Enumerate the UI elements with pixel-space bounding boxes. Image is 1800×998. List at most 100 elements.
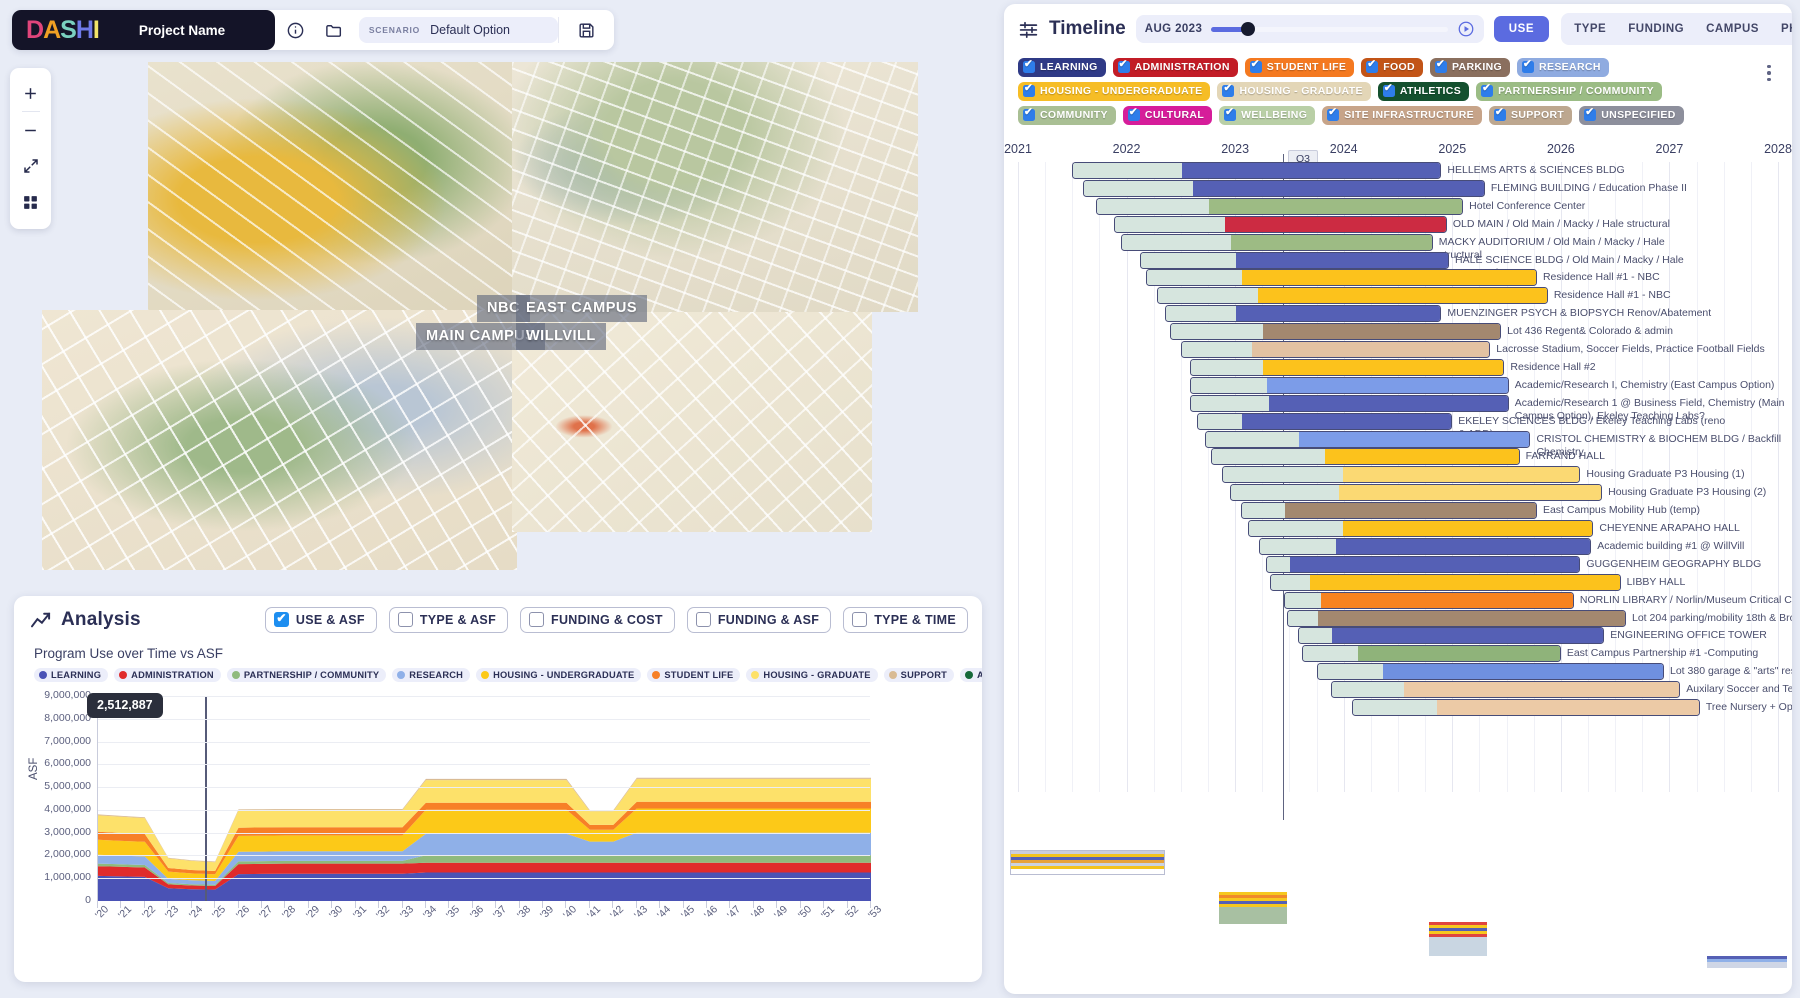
chip-checkbox[interactable] <box>1522 58 1535 73</box>
filter-chip-wellbeing[interactable]: WELLBEING <box>1219 106 1316 125</box>
filter-chip-housing-undergraduate[interactable]: HOUSING - UNDERGRADUATE <box>1018 82 1211 101</box>
timeline-mode-funding[interactable]: FUNDING <box>1618 16 1694 42</box>
timeline-mode-phase[interactable]: PHASE <box>1771 16 1792 42</box>
gantt-bar[interactable] <box>1180 341 1491 358</box>
chip-checkbox[interactable] <box>1382 82 1395 97</box>
map-tile-east-campus[interactable] <box>512 62 918 312</box>
grid-icon[interactable] <box>10 184 51 220</box>
chip-checkbox[interactable] <box>1127 106 1140 121</box>
campus-map[interactable]: NBC EAST CAMPUS MAIN CAMPUS WILLVILL <box>0 0 1002 600</box>
gantt-bar[interactable] <box>1083 179 1485 197</box>
gantt-bar[interactable] <box>1113 215 1447 233</box>
gantt-bar[interactable] <box>1189 376 1509 394</box>
timeline-mode-type[interactable]: TYPE <box>1564 16 1616 42</box>
legend-item[interactable]: HOUSING - UNDERGRADUATE <box>476 668 642 682</box>
chip-checkbox[interactable] <box>1481 82 1494 97</box>
chip-checkbox[interactable] <box>1493 106 1506 121</box>
gantt-bar[interactable] <box>1265 555 1581 573</box>
minimap-thumbnail-1[interactable] <box>1010 850 1165 875</box>
filter-chip-housing-graduate[interactable]: HOUSING - GRADUATE <box>1217 82 1371 101</box>
timeline-slider-thumb[interactable] <box>1241 22 1256 36</box>
gantt-bar[interactable] <box>1259 537 1592 555</box>
expand-icon[interactable] <box>10 148 51 184</box>
filter-chip-partnership-community[interactable]: PARTNERSHIP / COMMUNITY <box>1476 82 1662 101</box>
filter-chip-administration[interactable]: ADMINISTRATION <box>1112 58 1238 77</box>
chip-checkbox[interactable] <box>1327 106 1340 121</box>
timeline-slider-track[interactable] <box>1211 22 1448 36</box>
gantt-bar[interactable] <box>1189 358 1505 376</box>
chip-checkbox[interactable] <box>1584 106 1597 121</box>
legend-item[interactable]: RESEARCH <box>392 668 471 682</box>
gantt-bar[interactable] <box>1240 502 1537 520</box>
minimap-thumbnail-2[interactable] <box>1219 892 1287 924</box>
gantt-bar[interactable] <box>1189 394 1509 412</box>
chip-checkbox[interactable] <box>1023 82 1035 97</box>
gantt-bar[interactable] <box>1302 645 1561 663</box>
analysis-toggle-use-asf[interactable]: USE & ASF <box>264 607 377 633</box>
analysis-toggle-funding-asf[interactable]: FUNDING & ASF <box>686 607 832 633</box>
filter-chip-parking[interactable]: PARKING <box>1429 58 1511 77</box>
chip-checkbox[interactable] <box>1117 58 1130 73</box>
legend-item[interactable]: HOUSING - GRADUATE <box>746 668 878 682</box>
more-options-icon[interactable] <box>1760 58 1778 88</box>
checkbox[interactable] <box>852 612 868 627</box>
filter-chip-cultural[interactable]: CULTURAL <box>1122 106 1213 125</box>
filter-chip-support[interactable]: SUPPORT <box>1488 106 1573 125</box>
filter-chip-unspecified[interactable]: UNSPECIFIED <box>1579 106 1684 125</box>
gantt-bar[interactable] <box>1287 609 1626 627</box>
chip-checkbox[interactable] <box>1222 82 1235 97</box>
chart-cursor-line[interactable] <box>205 696 207 901</box>
gantt-bar[interactable] <box>1146 269 1537 287</box>
chip-checkbox[interactable] <box>1366 58 1379 73</box>
gantt-bar[interactable] <box>1197 412 1453 430</box>
analysis-toggle-type-asf[interactable]: TYPE & ASF <box>388 607 509 633</box>
filter-chip-athletics[interactable]: ATHLETICS <box>1377 82 1470 101</box>
checkbox[interactable] <box>695 612 711 627</box>
checkbox[interactable] <box>273 611 289 627</box>
filter-chip-food[interactable]: FOOD <box>1361 58 1423 77</box>
gantt-bar[interactable] <box>1204 430 1531 448</box>
chart-body[interactable]: ASF 0 1,000,000 2,000,000 3,000,000 4,000,00… <box>14 688 982 956</box>
checkbox[interactable] <box>397 612 413 627</box>
gantt-bar[interactable] <box>1316 663 1664 681</box>
chip-checkbox[interactable] <box>1023 106 1035 121</box>
legend-item[interactable]: LEARNING <box>34 668 109 682</box>
analysis-toggle-type-time[interactable]: TYPE & TIME <box>843 607 968 633</box>
gantt-bar[interactable] <box>1164 305 1442 323</box>
gantt-bar[interactable] <box>1139 251 1450 269</box>
filter-chip-site-infrastructure[interactable]: SITE INFRASTRUCTURE <box>1322 106 1482 125</box>
gantt-bar[interactable] <box>1229 484 1603 502</box>
gantt-bar[interactable] <box>1121 233 1433 251</box>
gantt-bar[interactable] <box>1269 573 1621 591</box>
legend-item[interactable]: PARTNERSHIP / COMMUNITY <box>226 668 387 682</box>
gantt-bar[interactable] <box>1248 520 1594 537</box>
map-tile-nbc[interactable] <box>148 62 514 312</box>
chip-checkbox[interactable] <box>1249 58 1262 73</box>
gantt-bar[interactable] <box>1096 197 1464 215</box>
chip-checkbox[interactable] <box>1224 106 1237 121</box>
gantt-bar[interactable] <box>1072 162 1442 179</box>
timeline-slider-group[interactable]: AUG 2023 <box>1135 15 1484 43</box>
gantt-bar[interactable] <box>1211 448 1520 466</box>
gantt-chart[interactable]: 2021 2022 2023 2024 2025 2026 2027 2028 Q3 HELL… <box>1004 136 1792 896</box>
gantt-bar[interactable] <box>1352 699 1700 716</box>
chart-plot-area[interactable] <box>97 696 871 901</box>
legend-item[interactable]: SUPPORT <box>883 668 955 682</box>
gantt-bar[interactable] <box>1170 323 1502 341</box>
legend-item[interactable]: STUDENT LIFE <box>647 668 741 682</box>
minimap-thumbnail-3[interactable] <box>1429 922 1487 956</box>
zoom-out-icon[interactable] <box>10 112 51 148</box>
chip-checkbox[interactable] <box>1023 58 1035 73</box>
filter-chip-community[interactable]: COMMUNITY <box>1018 106 1116 125</box>
timeline-mode-use-button[interactable]: USE <box>1493 16 1550 42</box>
analysis-toggle-funding-cost[interactable]: FUNDING & COST <box>520 607 675 633</box>
play-icon[interactable] <box>1457 20 1475 38</box>
filter-chip-student-life[interactable]: STUDENT LIFE <box>1244 58 1355 77</box>
checkbox[interactable] <box>529 612 545 627</box>
gantt-bar[interactable] <box>1298 627 1605 645</box>
chip-checkbox[interactable] <box>1434 58 1447 73</box>
gantt-bar[interactable] <box>1330 681 1681 699</box>
minimap-thumbnail-4[interactable] <box>1707 956 1787 968</box>
timeline-mode-campus[interactable]: CAMPUS <box>1696 16 1769 42</box>
gantt-bar[interactable] <box>1156 287 1548 305</box>
